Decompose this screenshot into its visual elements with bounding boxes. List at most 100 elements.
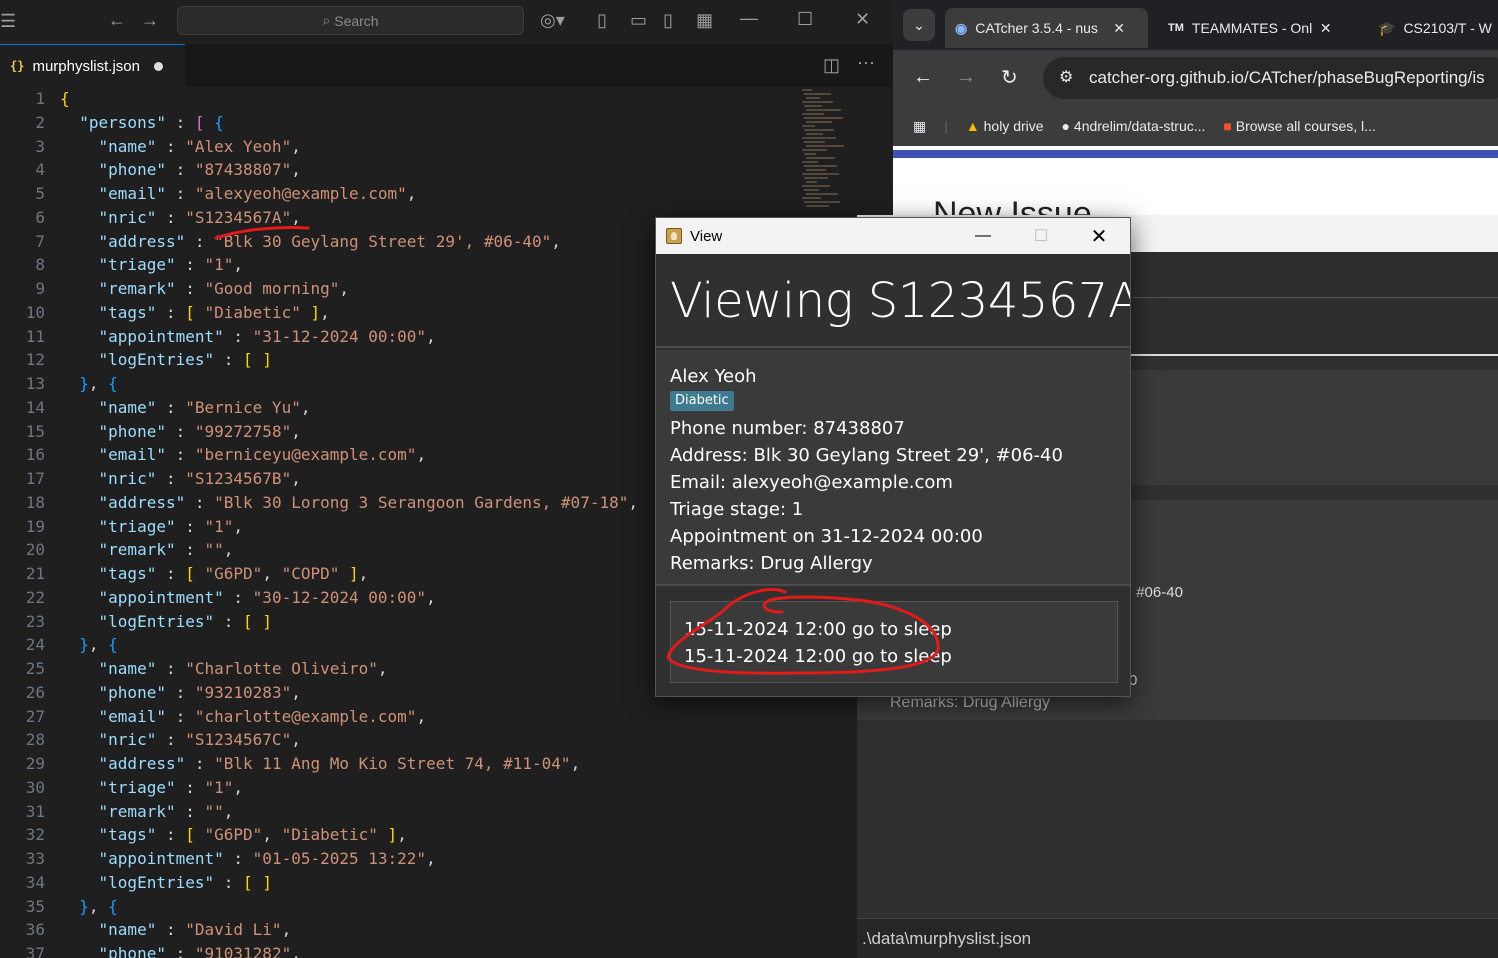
tab-cs2103[interactable]: 🎓 CS2103/T - W [1368, 8, 1498, 48]
code-line[interactable]: "phone" : "87438807", [60, 158, 893, 182]
maximize-icon[interactable]: ☐ [797, 9, 813, 29]
code-line[interactable]: "tags" : [ "G6PD", "Diabetic" ], [60, 823, 893, 847]
tab-teammates[interactable]: TM TEAMMATES - Onl ✕ [1158, 8, 1353, 48]
toggle-secondary-sidebar-icon[interactable]: ▯ [663, 10, 673, 30]
code-token: "phone" [98, 944, 166, 958]
copilot-icon[interactable]: ◎▾ [540, 10, 565, 30]
code-line[interactable]: "name" : "Alex Yeoh", [60, 135, 893, 159]
code-line[interactable]: "name" : "David Li", [60, 918, 893, 942]
code-line[interactable]: }, { [60, 895, 893, 919]
code-token: , [426, 326, 436, 346]
command-search-input[interactable]: ⌕ Search [177, 6, 524, 35]
forward-arrow-icon[interactable]: → [141, 10, 159, 30]
graduation-cap-icon: 🎓 [1378, 19, 1396, 36]
minimap[interactable] [800, 87, 850, 217]
tab-close-icon[interactable]: ✕ [1113, 20, 1125, 37]
line-number: 6 [35, 207, 45, 227]
toggle-panel-icon[interactable]: ▭ [630, 10, 647, 30]
apps-grid-icon[interactable]: ▦ [913, 118, 926, 135]
code-line[interactable]: "email" : "charlotte@example.com", [60, 705, 893, 729]
code-token: ] [387, 825, 398, 845]
reload-icon[interactable]: ↻ [1001, 65, 1018, 90]
code-token: "address" [98, 754, 186, 773]
code-token: "email" [98, 184, 166, 203]
bookmark-microsoft[interactable]: ■ Browse all courses, l... [1223, 118, 1375, 134]
code-line[interactable]: "logEntries" : [ ] [60, 871, 893, 895]
line-number: 25 [25, 659, 45, 678]
code-line[interactable]: "email" : "alexyeoh@example.com", [60, 182, 893, 206]
tag-badge: Diabetic [670, 391, 734, 411]
code-token: "email" [98, 706, 166, 726]
forward-icon[interactable]: → [956, 66, 976, 89]
minimap-line [806, 193, 838, 195]
code-token: "persons" [79, 112, 166, 132]
code-token: : [175, 777, 205, 797]
code-token: , [397, 825, 407, 845]
code-line[interactable]: "remark" : "", [60, 800, 893, 824]
back-icon[interactable]: ← [913, 66, 933, 89]
unsaved-dot-icon[interactable] [154, 61, 163, 71]
view-titlebar: View — ☐ ✕ [656, 218, 1130, 254]
maximize-icon[interactable]: ☐ [1018, 218, 1064, 254]
code-line[interactable]: "nric" : "S1234567C", [60, 728, 893, 752]
minimap-line [804, 189, 819, 191]
tab-search-chevron-icon[interactable]: ⌄ [903, 9, 935, 41]
code-token: : [175, 540, 205, 560]
minimap-line [804, 177, 828, 179]
line-number: 37 [25, 944, 45, 958]
bookmark-separator: | [944, 118, 948, 134]
code-token: "31-12-2024 00:00" [252, 326, 427, 346]
back-arrow-icon[interactable]: ← [108, 10, 126, 30]
code-token: "Diabetic" [281, 825, 378, 845]
tab-close-icon[interactable]: ✕ [1320, 20, 1332, 37]
line-number: 13 [25, 374, 45, 393]
address-bar[interactable]: ⚙ catcher-org.github.io/CATcher/phaseBug… [1043, 57, 1498, 99]
code-line[interactable]: "triage" : "1", [60, 776, 893, 800]
code-token: : [156, 825, 186, 845]
editor-tab-murphyslist[interactable]: {} murphyslist.json [0, 44, 185, 87]
code-line[interactable]: { [60, 87, 893, 111]
code-token: { [60, 89, 70, 108]
customize-layout-icon[interactable]: ▦ [696, 10, 713, 30]
split-editor-icon[interactable]: ◫ [823, 55, 840, 75]
code-line[interactable]: "phone" : "91031282", [60, 942, 893, 958]
toggle-sidebar-icon[interactable]: ▯ [597, 10, 607, 30]
minimize-icon[interactable]: — [740, 8, 758, 28]
code-token: : [165, 706, 195, 726]
hamburger-menu-icon[interactable]: ☰ [0, 11, 16, 31]
code-line[interactable]: "address" : "Blk 11 Ang Mo Kio Street 74… [60, 752, 893, 776]
appointment-text: Appointment on 31-12-2024 00:00 [670, 526, 983, 547]
site-info-icon[interactable]: ⚙ [1059, 67, 1073, 87]
line-number: 10 [25, 302, 45, 322]
bookmark-holy-drive[interactable]: ▲ holy drive [966, 118, 1044, 134]
code-token: "S1234567C" [185, 730, 292, 750]
code-token: "David Li" [185, 920, 282, 940]
microsoft-icon: ■ [1223, 118, 1232, 134]
minimap-line [806, 121, 832, 123]
bookmark-github[interactable]: ● 4ndrelim/data-struc... [1062, 118, 1206, 134]
code-token: , [358, 564, 369, 583]
code-token: , [377, 659, 388, 678]
tab-catcher[interactable]: ◉ CATcher 3.5.4 - nus ✕ [945, 8, 1148, 48]
code-token: { [108, 374, 118, 393]
code-token: "name" [98, 136, 157, 156]
code-line[interactable]: "persons" : [ { [60, 111, 893, 135]
log-entries-list[interactable]: 15-11-2024 12:00 go to sleep 15-11-2024 … [670, 601, 1118, 683]
code-token: "1" [204, 255, 234, 275]
close-icon[interactable]: ✕ [1076, 218, 1122, 254]
code-token: , [291, 730, 301, 750]
minimize-icon[interactable]: — [960, 218, 1006, 254]
code-token: : [156, 302, 186, 322]
code-line[interactable]: "appointment" : "01-05-2025 13:22", [60, 847, 893, 871]
code-token: "remark" [98, 279, 176, 298]
code-token: "Blk 30 Lorong 3 Serangoon Gardens, #07-… [214, 492, 629, 512]
close-icon[interactable]: ✕ [855, 9, 870, 29]
more-actions-icon[interactable]: ⋯ [857, 53, 875, 73]
